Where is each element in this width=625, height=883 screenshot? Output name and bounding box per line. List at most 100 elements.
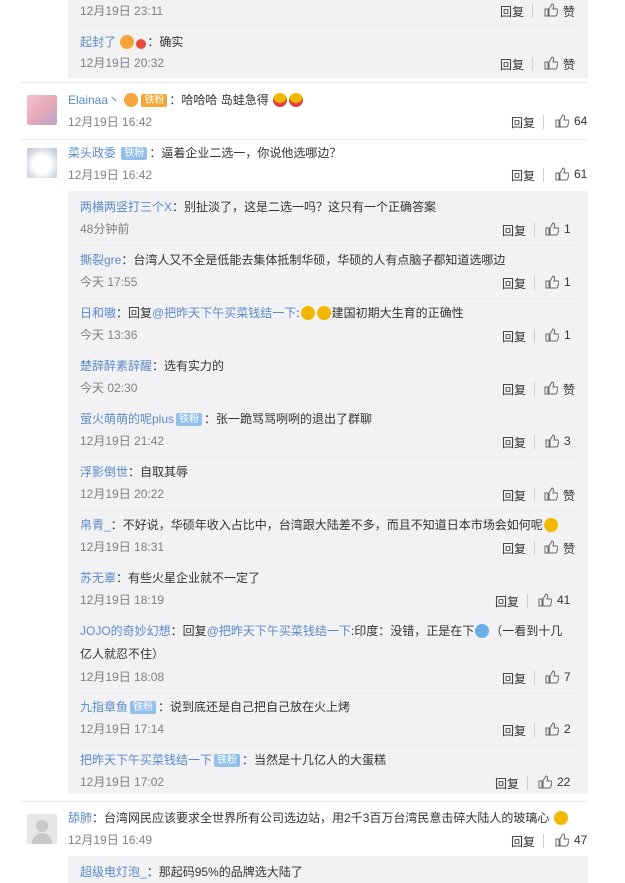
user-name[interactable]: 浮影倒世 — [80, 465, 128, 479]
like-icon[interactable] — [544, 487, 558, 501]
like-icon[interactable] — [545, 670, 559, 684]
vip-icon — [124, 93, 139, 107]
comment-time: 12月19日 17:02 — [80, 775, 165, 789]
reply-button[interactable]: 回复 — [502, 328, 526, 345]
reply-content: 萤火萌萌的呢plus 铁粉 ：张一跪骂骂咧咧的退出了群聊 — [80, 411, 372, 427]
user-name[interactable]: 撕裂gre — [80, 253, 121, 267]
reply-button[interactable]: 回复 — [511, 167, 535, 184]
divider — [80, 25, 578, 26]
comment-text: ：台湾网民应该要求全世界所有公司选边站，用2千3百万台湾民意击碎大陆人的玻璃心 — [92, 811, 550, 825]
divider — [532, 4, 533, 18]
divider — [534, 541, 535, 555]
like-count: 2 — [564, 722, 571, 736]
like-icon[interactable] — [545, 275, 559, 289]
reply-text: ：那起码95%的品牌选大陆了 — [146, 865, 303, 879]
avatar[interactable] — [27, 814, 57, 844]
divider — [80, 745, 578, 746]
divider — [543, 168, 544, 182]
user-name[interactable]: 帛青_ — [80, 518, 111, 532]
like-icon[interactable] — [544, 381, 558, 395]
like-count: 47 — [574, 833, 588, 847]
mention-link[interactable]: @把昨天下午买菜钱结一下 — [152, 306, 296, 320]
reply-button[interactable]: 回复 — [502, 487, 526, 504]
divider — [80, 351, 578, 352]
user-name[interactable]: Elainaa丶 — [68, 93, 120, 107]
divider — [543, 834, 544, 848]
comment-time: 12月19日 17:14 — [80, 722, 165, 736]
like-icon[interactable] — [545, 722, 559, 736]
fan-badge: 铁粉 — [176, 413, 203, 426]
reply-button[interactable]: 回复 — [502, 275, 526, 292]
reply-text: ：当然是十几亿人的大蛋糕 — [242, 753, 387, 767]
like-count: 3 — [564, 434, 571, 448]
divider — [534, 382, 535, 396]
divider — [527, 594, 528, 608]
reply-button[interactable]: 回复 — [500, 56, 524, 73]
vip-icon — [120, 35, 135, 49]
like-count: 1 — [564, 328, 571, 342]
divider — [532, 57, 533, 71]
reply-button[interactable]: 回复 — [502, 434, 526, 451]
divider — [534, 223, 535, 237]
user-name[interactable]: 超级电灯泡_ — [80, 865, 147, 879]
reply-button[interactable]: 回复 — [502, 222, 526, 239]
divider — [534, 488, 535, 502]
reply-button[interactable]: 回复 — [502, 540, 526, 557]
user-name[interactable]: 萤火萌萌的呢plus — [80, 412, 174, 426]
reply-button[interactable]: 回复 — [495, 593, 519, 610]
comment-time: 48分钟前 — [80, 222, 130, 236]
user-name[interactable]: 苏无辜 — [80, 571, 116, 585]
divider — [80, 510, 578, 511]
user-name[interactable]: 九指章鱼 — [80, 700, 128, 714]
like-icon[interactable] — [538, 775, 552, 789]
like-icon[interactable] — [544, 540, 558, 554]
like-label: 赞 — [563, 383, 576, 397]
like-icon[interactable] — [544, 3, 558, 17]
reply-button[interactable]: 回复 — [511, 833, 535, 850]
like-icon[interactable] — [545, 434, 559, 448]
mention-link[interactable]: @把昨天下午买菜钱结一下 — [207, 624, 351, 638]
laugh-emoji-icon — [273, 93, 288, 107]
avatar[interactable] — [27, 148, 57, 178]
like-icon[interactable] — [538, 593, 552, 607]
divider — [80, 563, 578, 564]
user-name[interactable]: JOJO的奇妙幻想 — [80, 624, 171, 638]
reply-button[interactable]: 回复 — [502, 722, 526, 739]
like-icon[interactable] — [555, 167, 569, 181]
reply-button[interactable]: 回复 — [511, 114, 535, 131]
like-icon[interactable] — [545, 328, 559, 342]
user-name[interactable]: 两横两竖打三个X — [80, 200, 172, 214]
cry-emoji-icon — [475, 624, 490, 638]
user-name[interactable]: 舔肺 — [68, 811, 92, 825]
comment-time: 12月19日 16:42 — [68, 115, 153, 129]
user-name[interactable]: 把昨天下午买菜钱结一下 — [80, 753, 212, 767]
divider — [80, 245, 578, 246]
divider — [534, 671, 535, 685]
reply-prefix: ：回复 — [116, 306, 153, 320]
user-name[interactable]: 菜头政委 — [68, 146, 116, 160]
like-icon[interactable] — [544, 56, 558, 70]
reply-button[interactable]: 回复 — [495, 775, 519, 792]
reply-button[interactable]: 回复 — [502, 381, 526, 398]
like-icon[interactable] — [545, 222, 559, 236]
user-name[interactable]: 起封了 — [80, 35, 116, 49]
reply-text: ：说到底还是自己把自己放在火上烤 — [158, 700, 351, 714]
user-name[interactable]: 日和嗷 — [80, 306, 116, 320]
like-icon[interactable] — [555, 114, 569, 128]
comment-time: 今天 02:30 — [80, 381, 138, 395]
reply-button[interactable]: 回复 — [502, 670, 526, 687]
reply-content: 两横两竖打三个X：别扯淡了，这是二选一吗？这只有一个正确答案 — [80, 199, 436, 215]
fan-badge: 铁粉 — [121, 147, 148, 160]
like-count: 1 — [564, 222, 571, 236]
like-icon[interactable] — [555, 833, 569, 847]
comment-text: ：哈哈哈 岛蛙急得 — [169, 93, 269, 107]
user-name[interactable]: 楚辞醉素辞醒 — [80, 359, 152, 373]
divider — [534, 329, 535, 343]
reply-button[interactable]: 回复 — [500, 3, 524, 20]
like-count: 61 — [574, 167, 588, 181]
like-label: 赞 — [563, 58, 576, 72]
avatar[interactable] — [27, 95, 57, 125]
like-count: 22 — [557, 775, 571, 789]
like-count: 41 — [557, 593, 571, 607]
comment-time: 12月19日 23:11 — [80, 4, 164, 18]
